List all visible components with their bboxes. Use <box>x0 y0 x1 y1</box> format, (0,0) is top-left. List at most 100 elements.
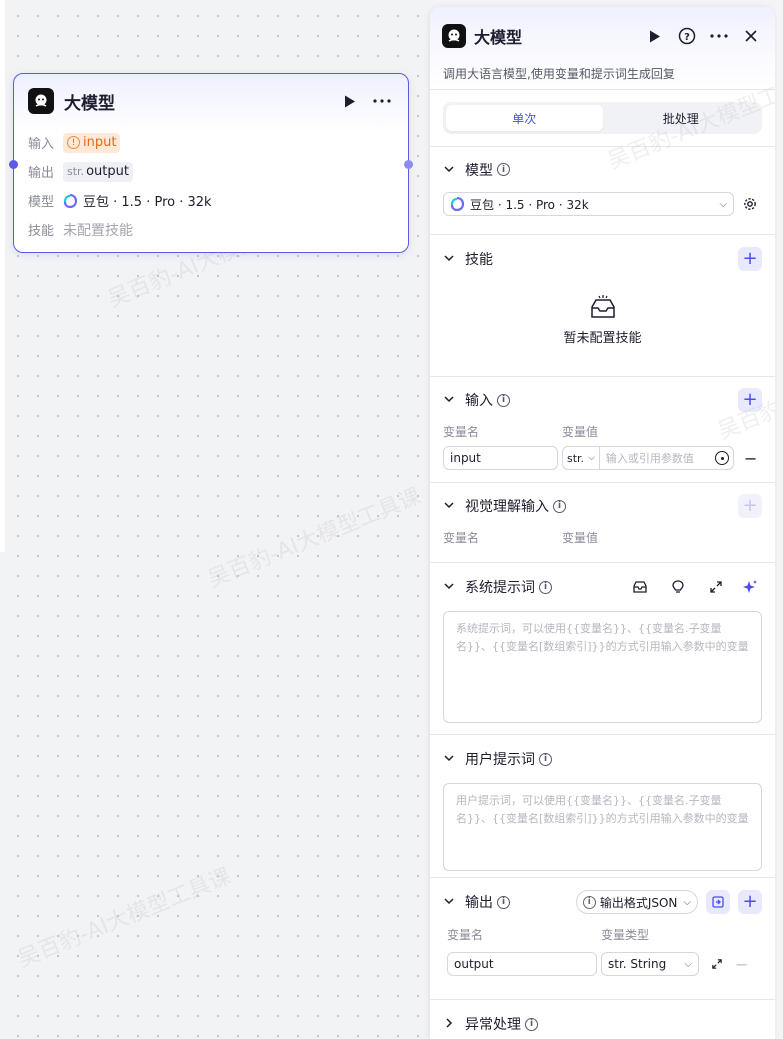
info-icon[interactable]: i <box>497 393 510 407</box>
chevron-down-icon[interactable] <box>443 393 457 407</box>
col-var-value: 变量值 <box>562 531 599 545</box>
section-title: 模型 <box>465 162 493 179</box>
reference-variable-icon[interactable] <box>715 451 729 465</box>
node-input-label: 输入 <box>28 137 55 152</box>
value-input[interactable]: 输入或引用参数值 <box>600 450 715 466</box>
chevron-down-icon[interactable] <box>443 580 457 594</box>
run-icon[interactable] <box>643 24 667 48</box>
chevron-down-icon: ⌵ <box>719 198 727 210</box>
chevron-right-icon[interactable] <box>443 1017 457 1031</box>
more-icon[interactable] <box>370 89 394 113</box>
node-skill-label: 技能 <box>28 224 55 239</box>
chevron-down-icon[interactable] <box>443 252 457 266</box>
chevron-down-icon: ⌵ <box>683 896 691 908</box>
info-icon[interactable]: i <box>497 163 510 176</box>
remove-output-button[interactable]: − <box>735 955 748 974</box>
section-title: 技能 <box>465 252 493 268</box>
panel-title: 大模型 <box>474 28 523 47</box>
help-icon[interactable]: ? <box>675 24 699 48</box>
skills-empty-state: 暂未配置技能 <box>443 283 762 377</box>
type-prefix: str. <box>67 165 85 178</box>
add-vision-input-button[interactable]: + <box>738 494 762 518</box>
panel-description: 调用大语言模型,使用变量和提示词生成回复 <box>443 67 675 81</box>
node-input-value: input <box>83 135 117 150</box>
output-section: 输出 i i 输出格式JSON ⌵ + 变量名 变量类型 output str.… <box>430 877 775 999</box>
workflow-canvas[interactable]: 吴百豹-AI大模型工具课 吴百豹-AI大模型工具课 吴百豹-AI大模型工具课 大… <box>0 0 430 1039</box>
section-title: 输出 <box>465 895 493 911</box>
close-icon[interactable] <box>739 24 763 48</box>
settings-gear-icon[interactable] <box>738 192 762 216</box>
exception-section: 异常处理 i <box>430 999 775 1039</box>
model-section: 模型 i 豆包 · 1.5 · Pro · 32k ⌵ <box>430 146 775 234</box>
type-select[interactable]: str. ⌵ <box>563 447 600 469</box>
node-skill-value: 未配置技能 <box>63 222 133 239</box>
col-var-value: 变量值 <box>562 425 599 439</box>
empty-inbox-icon <box>590 295 615 318</box>
system-prompt-textarea[interactable]: 系统提示词，可以使用{{变量名}}、{{变量名.子变量名}}、{{变量名[数组索… <box>443 611 762 723</box>
output-format-label: 输出格式JSON <box>599 895 678 910</box>
import-json-button[interactable] <box>706 890 730 914</box>
type-select-value: str. <box>567 451 585 465</box>
add-skill-button[interactable]: + <box>738 247 762 271</box>
user-prompt-section: 用户提示词 i 用户提示词，可以使用{{变量名}}、{{变量名.子变量名}}、{… <box>430 734 775 877</box>
input-port[interactable] <box>9 160 18 169</box>
input-var-name-value: input <box>450 451 481 465</box>
skills-empty-text: 暂未配置技能 <box>563 331 642 346</box>
system-prompt-section: 系统提示词 i 系统提示词，可以使用{{变量名}}、{{变量名.子变量名}}、{… <box>430 562 775 734</box>
ai-sparkle-icon[interactable] <box>738 575 762 599</box>
node-output-value: output <box>86 164 129 179</box>
chevron-down-icon[interactable] <box>443 895 457 909</box>
run-icon[interactable] <box>338 89 362 113</box>
chevron-down-icon[interactable] <box>443 499 457 513</box>
divider <box>430 89 775 90</box>
node-title: 大模型 <box>64 93 115 114</box>
expand-icon[interactable] <box>705 952 729 976</box>
output-port[interactable] <box>404 160 413 169</box>
input-var-name-field[interactable]: input <box>443 446 558 470</box>
node-model-value: 豆包 · 1.5 · Pro · 32k <box>83 195 212 210</box>
input-var-value-field: str. ⌵ 输入或引用参数值 <box>562 446 734 470</box>
doubao-logo-icon <box>63 193 77 208</box>
more-icon[interactable] <box>707 24 731 48</box>
output-var-name-field[interactable]: output <box>447 952 597 976</box>
tab-batch[interactable]: 批处理 <box>603 105 760 131</box>
add-input-button[interactable]: + <box>738 388 762 412</box>
tab-single[interactable]: 单次 <box>446 105 603 131</box>
info-icon[interactable]: i <box>525 1017 538 1031</box>
section-title: 用户提示词 <box>465 752 535 768</box>
user-prompt-textarea[interactable]: 用户提示词，可以使用{{变量名}}、{{变量名.子变量名}}、{{变量名[数组索… <box>443 783 762 871</box>
info-icon: i <box>582 895 596 909</box>
input-warning-tag: ! input <box>63 132 121 153</box>
section-title: 视觉理解输入 <box>465 499 549 515</box>
llm-app-icon <box>442 24 466 48</box>
canvas-edge <box>0 0 5 552</box>
output-tag: str. output <box>63 161 133 182</box>
chevron-down-icon[interactable] <box>443 163 457 177</box>
section-title: 异常处理 <box>465 1017 521 1033</box>
node-model-label: 模型 <box>28 195 55 210</box>
chevron-down-icon: ⌵ <box>684 958 692 970</box>
expand-icon[interactable] <box>704 575 728 599</box>
svg-text:?: ? <box>684 32 690 43</box>
col-var-name: 变量名 <box>447 928 484 942</box>
llm-node[interactable]: 大模型 输入 ! input 输出 str. output 模型 豆包 · 1.… <box>9 73 413 253</box>
info-icon[interactable]: i <box>553 499 566 513</box>
output-var-name-value: output <box>454 957 494 971</box>
add-output-button[interactable]: + <box>738 890 762 914</box>
info-icon[interactable]: i <box>539 580 552 594</box>
section-title: 系统提示词 <box>465 580 535 596</box>
chevron-down-icon[interactable] <box>443 752 457 766</box>
node-output-label: 输出 <box>28 166 55 181</box>
output-format-select[interactable]: i 输出格式JSON ⌵ <box>575 890 698 914</box>
node-config-panel: 大模型 ? 调用大语言模型,使用变量和提示词生成回复 单次 批处理 模型 i 豆… <box>430 7 775 1039</box>
lightbulb-icon[interactable] <box>666 575 690 599</box>
model-select[interactable]: 豆包 · 1.5 · Pro · 32k ⌵ <box>443 192 734 216</box>
info-icon[interactable]: i <box>539 752 552 766</box>
info-icon[interactable]: i <box>497 895 510 909</box>
prompt-library-icon[interactable] <box>628 575 652 599</box>
col-var-name: 变量名 <box>443 425 480 439</box>
remove-input-button[interactable]: − <box>744 449 757 468</box>
chevron-down-icon: ⌵ <box>588 453 595 463</box>
output-type-select[interactable]: str. String ⌵ <box>601 952 699 976</box>
section-title: 输入 <box>465 393 493 409</box>
